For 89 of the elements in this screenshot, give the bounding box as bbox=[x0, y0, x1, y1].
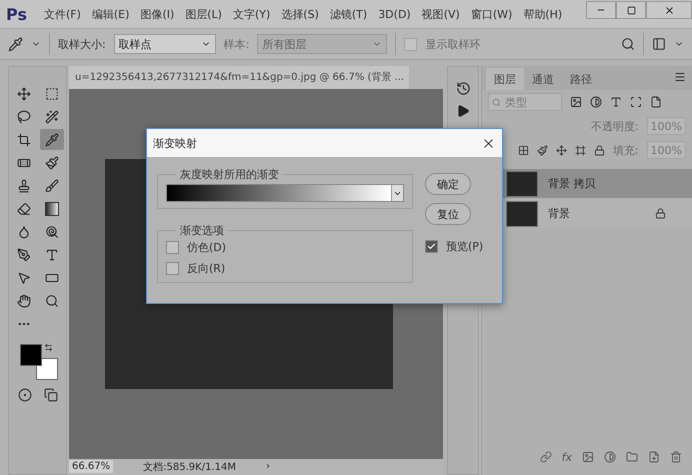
option-label: 反向(R) bbox=[187, 261, 226, 276]
sample-size-label: 取样大小: bbox=[58, 36, 106, 52]
dialog-button[interactable]: 复位 bbox=[425, 203, 471, 225]
move-icon bbox=[16, 86, 30, 100]
app-logo: Ps bbox=[6, 4, 27, 24]
eyedropper-icon bbox=[44, 132, 58, 146]
lock-icon bbox=[594, 144, 605, 156]
tool-button[interactable] bbox=[40, 129, 64, 150]
menu-item[interactable]: 滤镜(T) bbox=[330, 6, 368, 22]
menu-item[interactable]: 帮助(H) bbox=[523, 6, 562, 22]
document-tab[interactable]: u=1292356413,2677312174&fm=11&gp=0.jpg @ 66.7% (背景 ... bbox=[69, 66, 409, 89]
show-ring-label: 显示取样环 bbox=[425, 36, 480, 52]
type-icon bbox=[44, 248, 58, 262]
menu-item[interactable]: 3D(D) bbox=[378, 8, 411, 20]
group-label: 灰度映射所用的渐变 bbox=[179, 167, 280, 182]
opacity-label: 不透明度: bbox=[590, 118, 639, 134]
document-title: u=1292356413,2677312174&fm=11&gp=0.jpg @ 66.7% (背景 ... bbox=[75, 70, 404, 84]
close-icon bbox=[664, 4, 674, 16]
lock-icon bbox=[655, 208, 666, 219]
menu-item[interactable]: 编辑(E) bbox=[92, 6, 130, 22]
swap-icon bbox=[44, 343, 52, 352]
menu-item[interactable]: 文件(F) bbox=[44, 6, 81, 22]
zoom-field[interactable]: 66.67% bbox=[69, 460, 114, 474]
menu-icon bbox=[674, 70, 686, 82]
history-icon bbox=[456, 81, 470, 96]
lasso-icon bbox=[16, 110, 30, 124]
layer-name: 背景 bbox=[548, 206, 570, 221]
layer-name: 背景 拷贝 bbox=[548, 176, 596, 191]
gradient-picker[interactable] bbox=[166, 184, 404, 202]
brush-icon bbox=[44, 156, 58, 170]
dialog-button[interactable]: 确定 bbox=[425, 173, 471, 195]
preview-label: 预览(P) bbox=[446, 239, 484, 254]
zoom-icon bbox=[44, 294, 58, 308]
trash-icon bbox=[670, 451, 682, 463]
sample-label: 样本: bbox=[224, 36, 250, 52]
layer-thumbnail bbox=[506, 170, 538, 196]
checkbox[interactable] bbox=[166, 262, 179, 275]
link-icon bbox=[540, 451, 552, 463]
check-icon bbox=[427, 242, 436, 251]
gradient-icon bbox=[44, 202, 58, 216]
checkbox[interactable] bbox=[166, 241, 179, 254]
menu-item[interactable]: 图像(I) bbox=[140, 6, 174, 22]
blur-icon bbox=[16, 224, 30, 238]
menu-item[interactable]: 图层(L) bbox=[185, 6, 222, 22]
maximize-icon bbox=[626, 6, 636, 14]
group-label: 渐变选项 bbox=[179, 223, 225, 238]
adjustment-filter-icon bbox=[590, 96, 602, 108]
panel-tab[interactable]: 路径 bbox=[562, 68, 600, 90]
shape-filter-icon bbox=[630, 96, 642, 108]
eraser-icon bbox=[16, 202, 30, 216]
wand-icon bbox=[44, 110, 58, 124]
pixel-filter-icon bbox=[570, 96, 582, 108]
menu-item[interactable]: 视图(V) bbox=[422, 6, 460, 22]
search-icon bbox=[492, 98, 501, 106]
dialog-title: 渐变映射 bbox=[153, 136, 197, 150]
pen-icon bbox=[16, 248, 30, 262]
panel-tab[interactable]: 图层 bbox=[486, 68, 524, 90]
lock-pixels-icon bbox=[518, 144, 529, 156]
sample-size-dropdown[interactable]: 取样点 bbox=[114, 34, 216, 54]
brush-icon bbox=[536, 144, 548, 156]
type-filter-icon bbox=[610, 96, 622, 108]
hand-icon bbox=[16, 294, 30, 308]
play-icon bbox=[456, 104, 470, 118]
fill-label: 填充: bbox=[612, 142, 639, 158]
history-brush-icon bbox=[44, 178, 58, 192]
adjustment-icon bbox=[604, 451, 616, 463]
document-info: 文档:585.9K/1.14M bbox=[143, 460, 236, 474]
menu-item[interactable]: 选择(S) bbox=[281, 6, 319, 22]
panel-tab[interactable]: 通道 bbox=[524, 68, 562, 90]
smart-object-filter-icon bbox=[650, 96, 662, 108]
checkbox[interactable] bbox=[425, 240, 438, 253]
menu-item[interactable]: 窗口(W) bbox=[470, 6, 512, 22]
new-layer-icon bbox=[648, 451, 660, 463]
search-icon bbox=[621, 37, 635, 51]
foreground-color-swatch[interactable] bbox=[20, 344, 42, 366]
status-arrow[interactable]: › bbox=[266, 461, 270, 472]
menu-item[interactable]: 文字(Y) bbox=[232, 6, 270, 22]
eyedropper-icon bbox=[8, 36, 23, 52]
folder-icon bbox=[626, 451, 638, 463]
option-label: 仿色(D) bbox=[187, 240, 226, 255]
screen-mode-icon bbox=[44, 388, 58, 402]
path-select-icon bbox=[16, 270, 30, 284]
layer-thumbnail bbox=[506, 200, 538, 226]
workspace-icon bbox=[652, 37, 666, 51]
maximize-button[interactable] bbox=[616, 1, 646, 19]
crop-icon bbox=[16, 132, 30, 146]
stamp-icon bbox=[16, 178, 30, 192]
move-icon bbox=[556, 144, 567, 156]
marquee-icon bbox=[44, 86, 58, 100]
